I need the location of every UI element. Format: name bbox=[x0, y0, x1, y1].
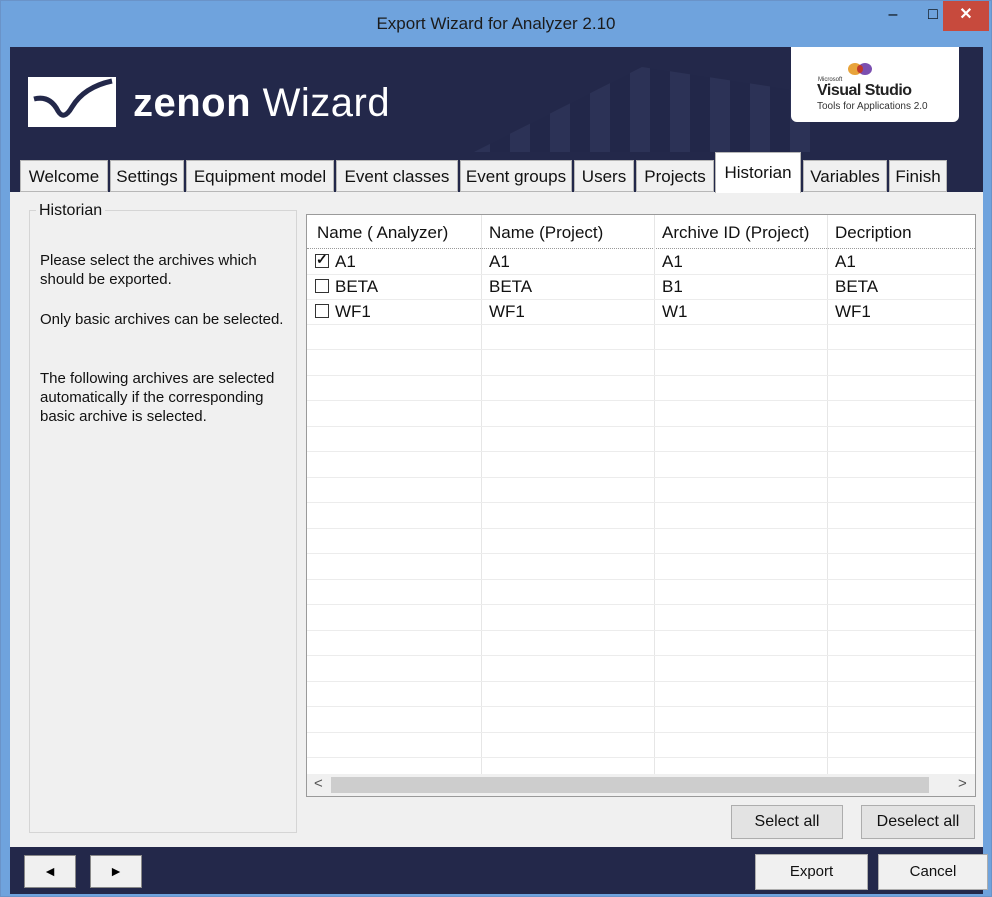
grid-line bbox=[307, 681, 975, 682]
vs-name: Visual Studio bbox=[817, 82, 912, 99]
vs-subtitle: Tools for Applications 2.0 bbox=[817, 101, 928, 112]
scrollbar-thumb[interactable] bbox=[331, 777, 929, 793]
title-bar[interactable]: Export Wizard for Analyzer 2.10 – □ ✕ bbox=[1, 1, 991, 47]
grid-line bbox=[307, 502, 975, 503]
tab-welcome[interactable]: Welcome bbox=[20, 160, 108, 192]
grid-line bbox=[307, 706, 975, 707]
historian-groupbox: Historian Please select the archives whi… bbox=[29, 202, 297, 833]
tab-users[interactable]: Users bbox=[574, 160, 634, 192]
deselect-all-button[interactable]: Deselect all bbox=[861, 805, 975, 839]
grid-line bbox=[307, 400, 975, 401]
cell-name-project: BETA bbox=[489, 277, 533, 296]
cell-archive-id: B1 bbox=[662, 277, 683, 296]
select-all-button[interactable]: Select all bbox=[731, 805, 843, 839]
tab-settings[interactable]: Settings bbox=[110, 160, 184, 192]
tab-equipment-model[interactable]: Equipment model bbox=[186, 160, 334, 192]
vs-infinity-icon bbox=[848, 63, 872, 75]
tab-projects[interactable]: Projects bbox=[636, 160, 714, 192]
grid-line bbox=[307, 757, 975, 758]
banner-decoration bbox=[474, 67, 810, 152]
grid-line bbox=[307, 604, 975, 605]
description-basic: Only basic archives can be selected. bbox=[40, 311, 284, 328]
grid-line bbox=[307, 630, 975, 631]
groupbox-title: Historian bbox=[36, 202, 106, 220]
grid-line bbox=[307, 324, 975, 325]
scroll-left-icon[interactable]: < bbox=[314, 775, 323, 792]
tab-historian[interactable]: Historian bbox=[715, 152, 801, 193]
tab-event-groups[interactable]: Event groups bbox=[460, 160, 572, 192]
row-checkbox-beta[interactable] bbox=[315, 279, 329, 293]
grid-header: Name ( Analyzer) Name (Project) Archive … bbox=[307, 215, 975, 249]
column-header-name-analyzer[interactable]: Name ( Analyzer) bbox=[317, 223, 448, 243]
brand-bold: zenon bbox=[133, 81, 252, 125]
scroll-right-icon[interactable]: > bbox=[958, 775, 967, 792]
tab-event-classes[interactable]: Event classes bbox=[336, 160, 458, 192]
tab-variables[interactable]: Variables bbox=[803, 160, 887, 192]
cell-name-project: A1 bbox=[489, 252, 510, 271]
grid-line bbox=[307, 274, 975, 275]
description-select: Please select the archives which should … bbox=[40, 252, 257, 288]
wizard-banner: zenon Wizard Microsoft Visual Studio Too… bbox=[10, 47, 983, 152]
brand-title: zenon Wizard bbox=[133, 81, 390, 126]
cell-description: WF1 bbox=[835, 302, 871, 321]
grid-line bbox=[307, 579, 975, 580]
zenon-logo-icon bbox=[28, 77, 116, 127]
column-header-archive-id[interactable]: Archive ID (Project) bbox=[662, 223, 809, 243]
column-header-description[interactable]: Decription bbox=[835, 223, 912, 243]
cancel-button[interactable]: Cancel bbox=[878, 854, 988, 890]
cell-description: A1 bbox=[835, 252, 856, 271]
row-checkbox-a1[interactable] bbox=[315, 251, 329, 268]
cell-archive-id: W1 bbox=[662, 302, 688, 321]
grid-line bbox=[307, 375, 975, 376]
grid-line bbox=[307, 299, 975, 300]
minimize-button[interactable]: – bbox=[873, 1, 913, 31]
historian-page: Historian Please select the archives whi… bbox=[10, 192, 983, 847]
visual-studio-logo: Microsoft Visual Studio Tools for Applic… bbox=[791, 47, 959, 122]
grid-line bbox=[307, 732, 975, 733]
cell-description: BETA bbox=[835, 277, 879, 296]
grid-line bbox=[307, 655, 975, 656]
export-button[interactable]: Export bbox=[755, 854, 868, 890]
row-checkbox-wf1[interactable] bbox=[315, 304, 329, 318]
cell-name-project: WF1 bbox=[489, 302, 525, 321]
grid-line bbox=[307, 477, 975, 478]
grid-line bbox=[307, 451, 975, 452]
cell-name-analyzer: A1 bbox=[335, 252, 356, 271]
grid-line bbox=[307, 426, 975, 427]
window-title: Export Wizard for Analyzer 2.10 bbox=[376, 14, 616, 33]
cell-name-analyzer: WF1 bbox=[335, 302, 371, 321]
wizard-tabs: Welcome Settings Equipment model Event c… bbox=[10, 152, 983, 193]
cell-archive-id: A1 bbox=[662, 252, 683, 271]
grid-line bbox=[307, 553, 975, 554]
archives-grid[interactable]: Name ( Analyzer) Name (Project) Archive … bbox=[306, 214, 976, 797]
grid-line bbox=[307, 528, 975, 529]
horizontal-scrollbar[interactable]: < > bbox=[307, 774, 975, 796]
tab-finish[interactable]: Finish bbox=[889, 160, 947, 192]
back-button[interactable]: ◄ bbox=[24, 855, 76, 888]
column-header-name-project[interactable]: Name (Project) bbox=[489, 223, 603, 243]
grid-line bbox=[307, 349, 975, 350]
cell-name-analyzer: BETA bbox=[335, 277, 379, 296]
bottom-bar: ◄ ► Export Cancel bbox=[10, 847, 988, 894]
description-auto: The following archives are selected auto… bbox=[40, 370, 275, 425]
export-wizard-window: Export Wizard for Analyzer 2.10 – □ ✕ ze… bbox=[0, 0, 992, 897]
close-button[interactable]: ✕ bbox=[943, 1, 989, 31]
brand-rest: Wizard bbox=[251, 81, 391, 125]
forward-button[interactable]: ► bbox=[90, 855, 142, 888]
